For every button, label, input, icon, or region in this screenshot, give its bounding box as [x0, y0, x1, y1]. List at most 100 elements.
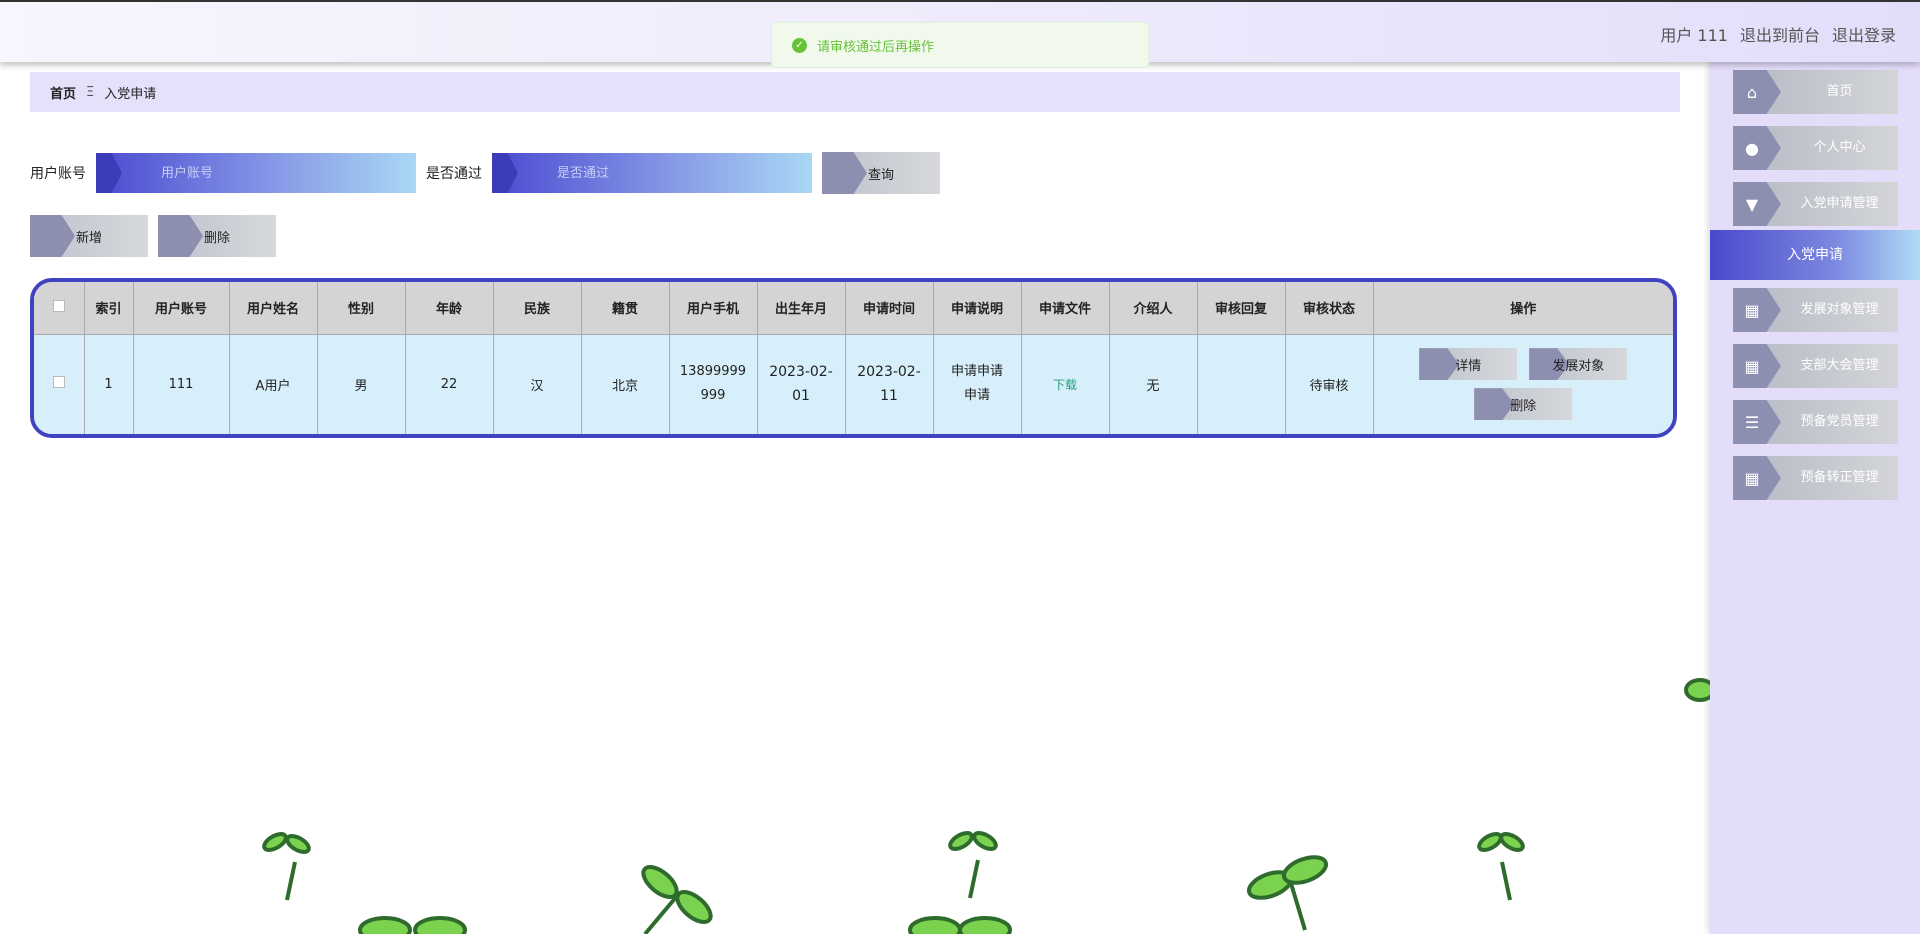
- passed-label: 是否通过: [426, 166, 482, 182]
- sidebar-item-branch-meeting[interactable]: ▦ 支部大会管理: [1733, 344, 1898, 388]
- sidebar-item-probationary[interactable]: ☰ 预备党员管理: [1733, 400, 1898, 444]
- user-icon: ●: [1733, 126, 1781, 170]
- application-table: 索引 用户账号 用户姓名 性别 年龄 民族 籍贯 用户手机 出生年月 申请时间 …: [30, 278, 1677, 438]
- apply-time-text: 2023-02-11: [857, 364, 921, 405]
- action-buttons: 新增 删除: [30, 215, 276, 257]
- query-button[interactable]: 查询: [822, 152, 940, 194]
- account-input-wrap: [96, 153, 416, 193]
- column-header: 年龄: [405, 282, 494, 334]
- cell-index: 1: [84, 333, 134, 434]
- cell-ops: 详情 发展对象 删除: [1373, 333, 1673, 434]
- select-all-checkbox[interactable]: [52, 299, 65, 312]
- column-header: 民族: [493, 282, 582, 334]
- detail-button[interactable]: 详情: [1419, 348, 1518, 381]
- phone-text: 13899999999: [679, 364, 747, 404]
- grid-icon: ▦: [1733, 456, 1781, 500]
- row-select-cell: [34, 333, 85, 434]
- cell-reply: [1197, 333, 1286, 434]
- column-header: 申请文件: [1021, 282, 1110, 334]
- download-link[interactable]: 下载: [1053, 378, 1077, 392]
- query-button-label: 查询: [867, 167, 894, 183]
- grid-icon: ▦: [1733, 344, 1781, 388]
- sliders-icon: ☰: [1733, 400, 1781, 444]
- column-header: 性别: [317, 282, 406, 334]
- column-header: 索引: [84, 282, 134, 334]
- home-icon: ⌂: [1733, 70, 1781, 114]
- table-header-row: 索引 用户账号 用户姓名 性别 年龄 民族 籍贯 用户手机 出生年月 申请时间 …: [34, 282, 1673, 334]
- sidebar-item-application-manage[interactable]: ▼ 入党申请管理: [1733, 182, 1898, 226]
- cell-origin: 北京: [581, 333, 670, 434]
- column-header: 出生年月: [757, 282, 846, 334]
- success-toast: ✓ 请审核通过后再操作: [771, 22, 1149, 68]
- sidebar-item-develop-target[interactable]: ▦ 发展对象管理: [1733, 288, 1898, 332]
- sidebar: ⌂ 首页 ● 个人中心 ▼ 入党申请管理 入党申请 ▦ 发展对象管理 ▦ 支部大…: [1710, 62, 1920, 934]
- user-area: 用户 111 退出到前台 退出登录: [1660, 22, 1896, 46]
- sidebar-item-home[interactable]: ⌂ 首页: [1733, 70, 1898, 114]
- sidebar-item-label: 首页: [1826, 84, 1853, 99]
- column-header: 用户账号: [133, 282, 230, 334]
- cell-age: 22: [405, 333, 494, 434]
- sidebar-item-profile[interactable]: ● 个人中心: [1733, 126, 1898, 170]
- exit-to-front-link[interactable]: 退出到前台: [1740, 22, 1820, 46]
- table-row: 1 111 A用户 男 22 汉 北京 13899999999 2023-02-…: [34, 333, 1673, 434]
- check-circle-icon: ✓: [792, 37, 807, 53]
- cell-gender: 男: [317, 333, 406, 434]
- sidebar-item-label: 入党申请管理: [1800, 196, 1879, 211]
- birth-text: 2023-02-01: [769, 364, 833, 405]
- breadcrumb-separator: Ξ: [86, 84, 95, 100]
- cell-phone: 13899999999: [669, 333, 758, 434]
- column-header: 介绍人: [1109, 282, 1198, 334]
- cell-birth: 2023-02-01: [757, 333, 846, 434]
- row-checkbox[interactable]: [52, 376, 65, 389]
- breadcrumb-current: 入党申请: [104, 86, 157, 102]
- toast-message: 请审核通过后再操作: [817, 39, 935, 55]
- account-label: 用户账号: [30, 166, 86, 182]
- sidebar-item-label: 预备党员管理: [1800, 414, 1879, 429]
- delete-button[interactable]: 删除: [158, 215, 276, 257]
- column-header: 用户姓名: [229, 282, 318, 334]
- column-header: 籍贯: [581, 282, 670, 334]
- propeller-decoration: [262, 678, 1710, 934]
- detail-button-label: 详情: [1455, 358, 1482, 374]
- description-text: 申请申请申请: [950, 364, 1003, 404]
- row-delete-button[interactable]: 删除: [1474, 388, 1573, 421]
- cell-account: 111: [133, 333, 230, 434]
- cell-status: 待审核: [1285, 333, 1374, 434]
- column-header: 申请说明: [933, 282, 1022, 334]
- breadcrumb-home[interactable]: 首页: [50, 83, 76, 102]
- cell-introducer: 无: [1109, 333, 1198, 434]
- current-user: 用户 111: [1660, 26, 1728, 45]
- grid-icon: ▦: [1733, 288, 1781, 332]
- develop-target-button[interactable]: 发展对象: [1529, 348, 1628, 381]
- sidebar-item-label: 个人中心: [1813, 140, 1866, 155]
- column-header: 用户手机: [669, 282, 758, 334]
- cell-file: 下载: [1021, 333, 1110, 434]
- passed-input-wrap: [492, 153, 812, 193]
- column-header: 审核状态: [1285, 282, 1374, 334]
- sidebar-item-regularization[interactable]: ▦ 预备转正管理: [1733, 456, 1898, 500]
- cell-apply-time: 2023-02-11: [845, 333, 934, 434]
- logout-link[interactable]: 退出登录: [1832, 22, 1896, 46]
- row-operations: 详情 发展对象 删除: [1408, 348, 1638, 421]
- sidebar-item-label: 支部大会管理: [1800, 358, 1879, 373]
- passed-search-input[interactable]: [532, 153, 802, 193]
- sidebar-item-label: 发展对象管理: [1800, 302, 1879, 317]
- row-delete-button-label: 删除: [1510, 398, 1537, 414]
- cell-description: 申请申请申请: [933, 333, 1022, 434]
- column-header: 操作: [1510, 302, 1537, 318]
- develop-target-button-label: 发展对象: [1552, 358, 1605, 374]
- add-button[interactable]: 新增: [30, 215, 148, 257]
- select-all-cell: [34, 282, 85, 334]
- flag-icon: ▼: [1733, 182, 1781, 226]
- column-header: 申请时间: [845, 282, 934, 334]
- account-search-input[interactable]: [136, 153, 406, 193]
- delete-button-label: 删除: [203, 230, 230, 246]
- search-form: 用户账号 是否通过 查询: [30, 152, 940, 194]
- cell-ethnicity: 汉: [493, 333, 582, 434]
- add-button-label: 新增: [75, 230, 102, 246]
- breadcrumb: 首页 Ξ 入党申请: [30, 72, 1680, 112]
- cell-name: A用户: [229, 333, 318, 434]
- sidebar-item-label: 预备转正管理: [1800, 470, 1879, 485]
- sidebar-item-application-active[interactable]: 入党申请: [1710, 230, 1920, 280]
- column-header: 审核回复: [1197, 282, 1286, 334]
